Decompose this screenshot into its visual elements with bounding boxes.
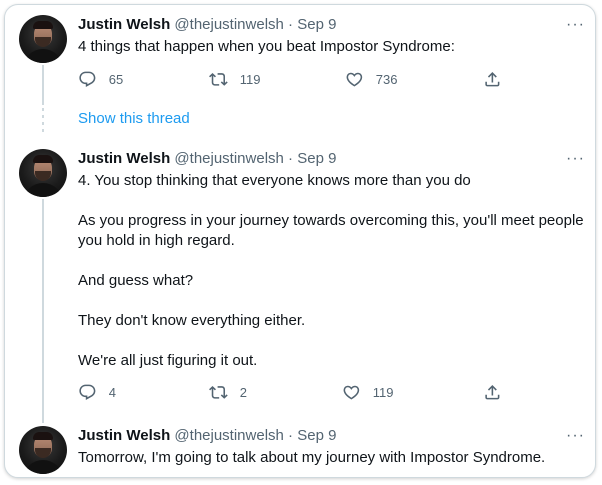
reply-count: 4	[108, 384, 116, 400]
avatar-hair	[33, 155, 53, 163]
avatar-hair	[33, 21, 53, 29]
author-name[interactable]: Justin Welsh	[78, 16, 170, 33]
author-handle[interactable]: @thejustinwelsh	[174, 16, 283, 33]
tweet-header: Justin Welsh @thejustinwelsh · Sep 9	[78, 426, 336, 446]
avatar-hair	[33, 432, 53, 440]
tweet-paragraph: As you progress in your journey towards …	[78, 212, 584, 249]
author-name[interactable]: Justin Welsh	[78, 427, 170, 444]
like-button[interactable]: 736	[345, 70, 397, 89]
heart-icon	[343, 385, 360, 400]
share-icon	[485, 72, 500, 87]
author-handle[interactable]: @thejustinwelsh	[174, 150, 283, 167]
avatar-beard	[35, 37, 51, 47]
thread-dots	[42, 108, 44, 132]
tweet-text: Tomorrow, I'm going to talk about my jou…	[78, 448, 588, 468]
tweet-header: Justin Welsh @thejustinwelsh · Sep 9	[78, 15, 336, 35]
reply-button[interactable]: 4	[78, 383, 116, 402]
avatar[interactable]	[19, 426, 67, 474]
tweet-thread-card: Justin Welsh @thejustinwelsh · Sep 9 ···…	[4, 4, 596, 478]
tweet-header: Justin Welsh @thejustinwelsh · Sep 9	[78, 149, 336, 169]
tweet-date[interactable]: Sep 9	[297, 150, 336, 167]
tweet-paragraph: And guess what?	[78, 272, 194, 289]
more-icon[interactable]: ···	[566, 15, 585, 35]
tweet-paragraph: 4 things that happen when you beat Impos…	[78, 38, 455, 55]
avatar-shirt	[23, 460, 63, 474]
reply-button[interactable]: 65	[78, 70, 123, 89]
retweet-button[interactable]: 2	[209, 383, 247, 402]
tweet-text: 4. You stop thinking that everyone knows…	[78, 171, 588, 371]
share-icon	[485, 385, 500, 400]
retweet-count: 119	[239, 71, 261, 87]
heart-icon	[346, 72, 363, 87]
tweet-text: 4 things that happen when you beat Impos…	[78, 37, 578, 57]
tweet-paragraph: We're all just figuring it out.	[78, 352, 258, 369]
retweet-count: 2	[239, 384, 247, 400]
avatar-shirt	[23, 49, 63, 63]
avatar[interactable]	[19, 149, 67, 197]
author-handle[interactable]: @thejustinwelsh	[174, 427, 283, 444]
reply-count: 65	[108, 71, 124, 87]
avatar[interactable]	[19, 15, 67, 63]
avatar-shirt	[23, 183, 63, 197]
retweet-icon	[209, 386, 228, 399]
avatar-beard	[35, 171, 51, 181]
separator: ·	[288, 150, 294, 167]
tweet-date[interactable]: Sep 9	[297, 16, 336, 33]
show-thread-link[interactable]: Show this thread	[78, 109, 190, 129]
tweet-paragraph: 4. You stop thinking that everyone knows…	[78, 172, 471, 189]
reply-icon	[79, 384, 96, 400]
like-count: 736	[375, 71, 398, 87]
thread-line	[42, 199, 44, 423]
thread-line	[42, 65, 44, 105]
share-button[interactable]	[483, 383, 502, 402]
share-button[interactable]	[483, 70, 502, 89]
more-icon[interactable]: ···	[566, 426, 585, 446]
tweet-date[interactable]: Sep 9	[297, 427, 336, 444]
like-button[interactable]: 119	[342, 383, 393, 402]
tweet-paragraph: Tomorrow, I'm going to talk about my jou…	[78, 449, 546, 466]
tweet-paragraph: They don't know everything either.	[78, 312, 306, 329]
retweet-button[interactable]: 119	[209, 70, 260, 89]
avatar-beard	[35, 448, 51, 458]
author-name[interactable]: Justin Welsh	[78, 150, 170, 167]
like-count: 119	[372, 384, 394, 400]
more-icon[interactable]: ···	[566, 149, 585, 169]
retweet-icon	[209, 73, 228, 86]
reply-icon	[79, 71, 96, 87]
separator: ·	[288, 427, 294, 444]
separator: ·	[288, 16, 294, 33]
